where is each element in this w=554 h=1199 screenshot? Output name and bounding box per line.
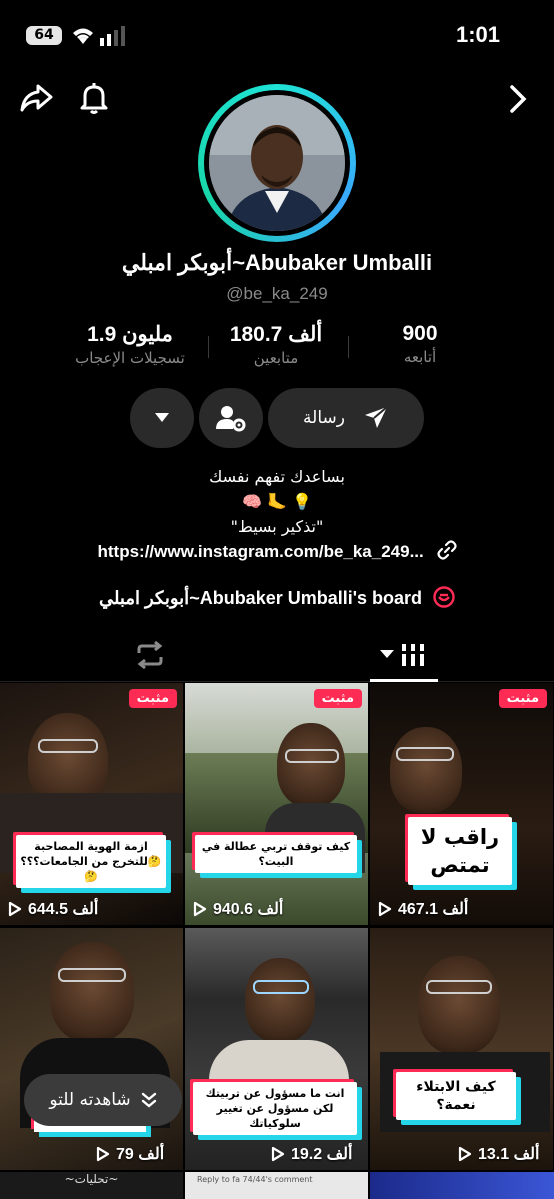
view-count: 644.5 ألف bbox=[8, 899, 98, 919]
video-tile[interactable]: 79 ألف bbox=[0, 928, 183, 1170]
preview-caption: Reply to fa 74/44's comment bbox=[197, 1175, 313, 1184]
view-count-label: 13.1 ألف bbox=[478, 1146, 540, 1163]
username: @be_ka_249 bbox=[226, 284, 328, 303]
message-button[interactable]: رسالة bbox=[268, 388, 424, 448]
message-button-label: رسالة bbox=[303, 408, 345, 428]
pinned-badge: مثبت bbox=[313, 689, 362, 708]
board-text: أبوبكر امبلي~Abubaker Umballi's board bbox=[98, 588, 423, 608]
video-tile[interactable]: انت ما مسؤول عن تربيتك لكن مسؤول عن تغيي… bbox=[185, 928, 368, 1170]
avatar-portrait bbox=[209, 95, 345, 231]
video-caption: كيف الابتلاء نعمة؟ bbox=[396, 1072, 516, 1120]
play-icon bbox=[271, 1146, 285, 1162]
bio-line: "تذكير بسيط" bbox=[230, 517, 324, 536]
profile-stats: 1.9 مليون تسجيلات الإعجاب 180.7 ألف متاب… bbox=[60, 322, 490, 378]
battery-icon: 64 bbox=[26, 26, 62, 45]
bio-link-text[interactable]: https://www.instagram.com/be_ka_249... bbox=[98, 542, 424, 561]
video-tile[interactable]: مثبت كيف توقف تربي عطالة في البيت؟ 940.6… bbox=[185, 683, 368, 925]
watched-recently-button[interactable]: شاهدته للتو bbox=[24, 1074, 182, 1126]
chevron-right-icon[interactable] bbox=[506, 84, 530, 114]
video-tile-preview[interactable]: ~تحليات~ bbox=[0, 1172, 183, 1199]
stat-following[interactable]: 900 أتابعه bbox=[350, 322, 490, 366]
view-count: 79 ألف bbox=[96, 1144, 164, 1164]
play-icon bbox=[96, 1146, 110, 1162]
bio: بساعدك تفهم نفسك 🧠 🦶 💡 "تذكير بسيط" bbox=[0, 464, 554, 539]
tab-videos[interactable] bbox=[333, 628, 473, 682]
play-icon bbox=[193, 901, 207, 917]
wifi-icon bbox=[73, 28, 93, 44]
video-caption: انت ما مسؤول عن تربيتك لكن مسؤول عن تغيي… bbox=[193, 1082, 357, 1135]
clock: 1:01 bbox=[455, 22, 500, 47]
friend-settings-button[interactable] bbox=[199, 388, 263, 448]
view-count-label: 467.1 ألف bbox=[398, 901, 469, 918]
send-icon bbox=[364, 406, 388, 428]
pinned-badge: مثبت bbox=[498, 689, 547, 708]
board-link[interactable]: أبوبكر امبلي~Abubaker Umballi's board bbox=[0, 586, 554, 609]
view-count: 19.2 ألف bbox=[271, 1144, 352, 1164]
user-gear-icon bbox=[216, 406, 246, 432]
view-count: 13.1 ألف bbox=[458, 1144, 539, 1164]
stat-followers[interactable]: 180.7 ألف متابعين bbox=[206, 322, 346, 367]
stat-likes-value: 1.9 مليون bbox=[87, 323, 173, 346]
signal-icon bbox=[100, 26, 125, 46]
avatar-story-ring[interactable] bbox=[198, 84, 356, 242]
video-tile[interactable]: كيف الابتلاء نعمة؟ 13.1 ألف bbox=[370, 928, 553, 1170]
view-count-label: 19.2 ألف bbox=[291, 1146, 353, 1163]
caret-down-icon bbox=[380, 650, 394, 658]
stat-followers-label: متابعين bbox=[253, 349, 299, 367]
stat-divider bbox=[348, 336, 349, 358]
bell-icon[interactable] bbox=[76, 80, 112, 116]
avatar[interactable] bbox=[209, 95, 345, 231]
preview-caption: ~تحليات~ bbox=[64, 1172, 119, 1186]
bio-line: بساعدك تفهم نفسك bbox=[209, 467, 345, 486]
stat-followers-value: 180.7 ألف bbox=[229, 323, 323, 346]
view-count: 467.1 ألف bbox=[378, 899, 468, 919]
video-caption: كيف توقف تربي عطالة في البيت؟ bbox=[195, 835, 357, 873]
stat-following-label: أتابعه bbox=[403, 348, 437, 366]
video-tile[interactable]: مثبت ازمة الهوية المصاحبة للتخرج من الجا… bbox=[0, 683, 183, 925]
video-caption: راقب لا تمتص bbox=[408, 817, 512, 885]
stat-likes-label: تسجيلات الإعجاب bbox=[75, 349, 185, 367]
video-tile-preview[interactable]: Reply to fa 74/44's comment bbox=[185, 1172, 368, 1199]
profile-actions: رسالة bbox=[0, 388, 554, 450]
repost-icon bbox=[137, 641, 163, 669]
tab-reposts[interactable] bbox=[80, 628, 220, 682]
grid-videos-icon bbox=[400, 644, 426, 666]
view-count-label: 940.6 ألف bbox=[213, 901, 284, 918]
pinned-badge: مثبت bbox=[128, 689, 177, 708]
video-caption: ازمة الهوية المصاحبة للتخرج من الجامعات؟… bbox=[16, 835, 166, 888]
link-icon bbox=[436, 540, 457, 560]
caret-down-icon bbox=[155, 413, 169, 422]
watched-recently-label: شاهدته للتو bbox=[49, 1090, 131, 1110]
double-chevron-down-icon bbox=[141, 1092, 156, 1108]
stat-following-value: 900 bbox=[402, 322, 438, 345]
active-tab-indicator bbox=[370, 679, 438, 682]
share-icon[interactable] bbox=[18, 80, 54, 116]
board-icon bbox=[433, 586, 455, 608]
next-row-preview: ~تحليات~ Reply to fa 74/44's comment bbox=[0, 1172, 554, 1199]
play-icon bbox=[378, 901, 392, 917]
video-tile-preview[interactable] bbox=[370, 1172, 554, 1199]
display-name: أبوبكر امبلي~Abubaker Umballi bbox=[121, 250, 433, 275]
video-tile[interactable]: مثبت راقب لا تمتص 467.1 ألف bbox=[370, 683, 553, 925]
play-icon bbox=[8, 901, 22, 917]
profile-tabs bbox=[0, 628, 554, 682]
view-count: 940.6 ألف bbox=[193, 899, 283, 919]
bio-line: 🧠 🦶 💡 bbox=[242, 492, 312, 511]
view-count-label: 644.5 ألف bbox=[28, 901, 99, 918]
stat-likes: 1.9 مليون تسجيلات الإعجاب bbox=[60, 322, 200, 367]
bio-link[interactable]: https://www.instagram.com/be_ka_249... bbox=[0, 540, 554, 562]
play-icon bbox=[458, 1146, 472, 1162]
status-bar: 64 1:01 bbox=[0, 0, 554, 70]
view-count-label: 79 ألف bbox=[116, 1146, 165, 1163]
more-dropdown-button[interactable] bbox=[130, 388, 194, 448]
